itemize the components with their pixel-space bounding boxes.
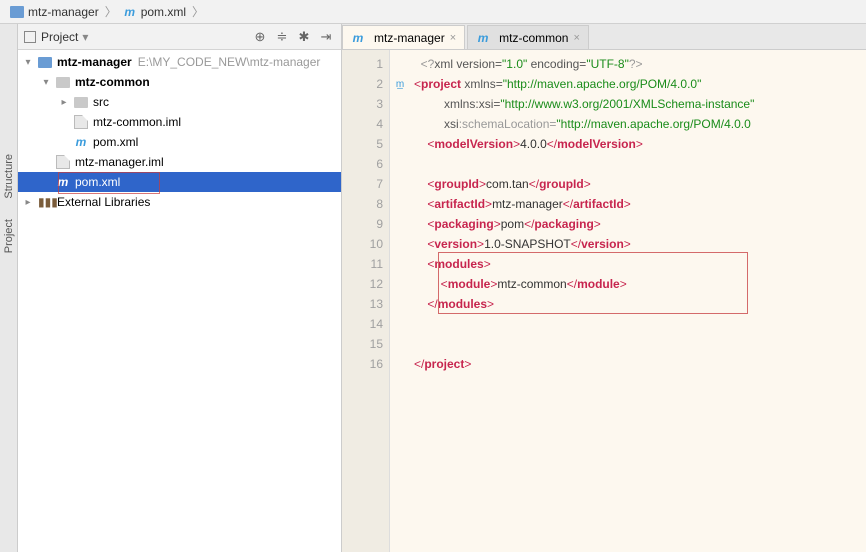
- library-icon: ▮▮▮: [38, 195, 52, 209]
- chevron-right-icon: 〉: [192, 3, 204, 20]
- gutter-icons: m̲: [390, 50, 410, 552]
- gear-icon[interactable]: ✱: [295, 28, 313, 46]
- tree-node-file[interactable]: mtz-manager.iml: [18, 152, 341, 172]
- editor-area: m mtz-manager × m mtz-common × 1234 5678…: [342, 24, 866, 552]
- tree-node-pom-selected[interactable]: m pom.xml: [18, 172, 341, 192]
- file-icon: [56, 155, 70, 169]
- maven-icon: m: [476, 31, 490, 45]
- maven-gutter-icon[interactable]: m̲: [390, 74, 410, 94]
- maven-icon: m: [56, 175, 70, 189]
- folder-icon: [74, 97, 88, 108]
- arrow-expanded-icon[interactable]: ▾: [40, 77, 52, 88]
- tool-tab-structure[interactable]: Structure: [2, 144, 16, 209]
- chevron-down-icon: ▾: [82, 30, 88, 44]
- arrow-collapsed-icon[interactable]: ▸: [22, 197, 34, 208]
- breadcrumb-file[interactable]: m pom.xml: [119, 5, 190, 19]
- project-panel-header: Project ▾ ⊕ ≑ ✱ ⇥: [18, 24, 341, 50]
- code-editor[interactable]: 1234 5678 9101112 13141516 m̲ <?xml vers…: [342, 50, 866, 552]
- project-tool-window: Project ▾ ⊕ ≑ ✱ ⇥ ▾ mtz-manager E:\MY_CO…: [18, 24, 342, 552]
- line-number-gutter: 1234 5678 9101112 13141516: [342, 50, 390, 552]
- breadcrumb-root[interactable]: mtz-manager: [6, 5, 103, 19]
- chevron-right-icon: 〉: [105, 3, 117, 20]
- editor-tab[interactable]: m mtz-common ×: [467, 25, 589, 49]
- tree-node-module[interactable]: ▾ mtz-common: [18, 72, 341, 92]
- tree-node-src[interactable]: ▸ src: [18, 92, 341, 112]
- panel-toolbar: ⊕ ≑ ✱ ⇥: [251, 28, 335, 46]
- close-icon[interactable]: ×: [450, 32, 456, 44]
- project-tree[interactable]: ▾ mtz-manager E:\MY_CODE_NEW\mtz-manager…: [18, 50, 341, 552]
- folder-icon: [56, 77, 70, 88]
- editor-tab-active[interactable]: m mtz-manager ×: [342, 25, 465, 49]
- breadcrumb: mtz-manager 〉 m pom.xml 〉: [0, 0, 866, 24]
- project-panel-title[interactable]: Project ▾: [24, 30, 251, 44]
- editor-tabs: m mtz-manager × m mtz-common ×: [342, 24, 866, 50]
- tool-window-stripe: Structure Project: [0, 24, 18, 552]
- breadcrumb-root-label: mtz-manager: [28, 5, 99, 19]
- code-content[interactable]: <?xml version="1.0" encoding="UTF-8"?> <…: [410, 50, 866, 552]
- tree-node-pom[interactable]: m pom.xml: [18, 132, 341, 152]
- folder-icon: [10, 6, 24, 18]
- project-view-icon: [24, 31, 36, 43]
- breadcrumb-file-label: pom.xml: [141, 5, 186, 19]
- hide-icon[interactable]: ⇥: [317, 28, 335, 46]
- collapse-all-icon[interactable]: ≑: [273, 28, 291, 46]
- tool-tab-project[interactable]: Project: [2, 209, 16, 263]
- tree-node-external-libs[interactable]: ▸ ▮▮▮ External Libraries: [18, 192, 341, 212]
- module-icon: [38, 57, 52, 68]
- arrow-collapsed-icon[interactable]: ▸: [58, 97, 70, 108]
- scroll-from-source-icon[interactable]: ⊕: [251, 28, 269, 46]
- maven-icon: m: [74, 135, 88, 149]
- arrow-expanded-icon[interactable]: ▾: [22, 57, 34, 68]
- file-icon: [74, 115, 88, 129]
- tree-node-file[interactable]: mtz-common.iml: [18, 112, 341, 132]
- tree-node-root[interactable]: ▾ mtz-manager E:\MY_CODE_NEW\mtz-manager: [18, 52, 341, 72]
- maven-icon: m: [123, 5, 137, 19]
- maven-icon: m: [351, 31, 365, 45]
- close-icon[interactable]: ×: [573, 32, 579, 44]
